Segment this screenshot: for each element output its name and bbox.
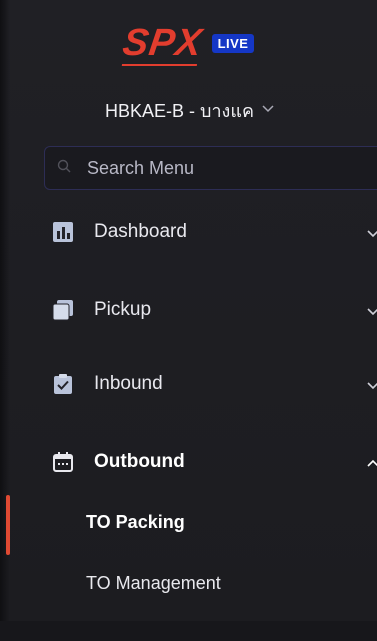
logo-row: SPX LIVE	[0, 18, 377, 68]
station-selector[interactable]: HBKAE-B - บางแค	[0, 95, 377, 125]
search-box[interactable]	[44, 146, 377, 190]
spx-logo[interactable]: SPX	[119, 22, 205, 66]
calendar-icon	[52, 451, 74, 473]
menu-item-outbound[interactable]: Outbound	[0, 440, 377, 484]
submenu-item-to-management[interactable]: TO Management	[0, 563, 377, 603]
search-icon	[57, 159, 71, 178]
menu-label-pickup: Pickup	[94, 299, 152, 320]
menu-item-inbound[interactable]: Inbound	[0, 362, 377, 406]
menu-item-pickup[interactable]: Pickup	[0, 288, 377, 332]
bottom-strip	[0, 621, 377, 641]
live-badge: LIVE	[211, 33, 255, 53]
logo-underline	[121, 64, 197, 66]
sidebar-panel: SPX LIVE HBKAE-B - บางแค Dashboard	[0, 0, 377, 641]
station-label: HBKAE-B - บางแค	[105, 100, 254, 121]
chevron-down-icon	[367, 226, 377, 238]
menu-item-dashboard[interactable]: Dashboard	[0, 210, 377, 254]
bar-chart-icon	[52, 221, 74, 243]
submenu-label-to-management: TO Management	[86, 572, 221, 593]
clipboard-check-icon	[52, 373, 74, 395]
submenu-item-to-packing[interactable]: TO Packing	[0, 502, 377, 542]
chevron-down-icon	[367, 304, 377, 316]
chevron-up-icon	[367, 456, 377, 468]
menu-label-dashboard: Dashboard	[94, 221, 187, 242]
submenu-label-to-packing: TO Packing	[86, 511, 185, 532]
menu-label-outbound: Outbound	[94, 451, 185, 472]
chevron-down-icon	[367, 378, 377, 390]
stack-icon	[52, 299, 74, 321]
logo-text: SPX	[119, 22, 205, 64]
search-input[interactable]	[85, 156, 309, 180]
menu-label-inbound: Inbound	[94, 373, 163, 394]
chevron-down-icon	[262, 105, 274, 115]
